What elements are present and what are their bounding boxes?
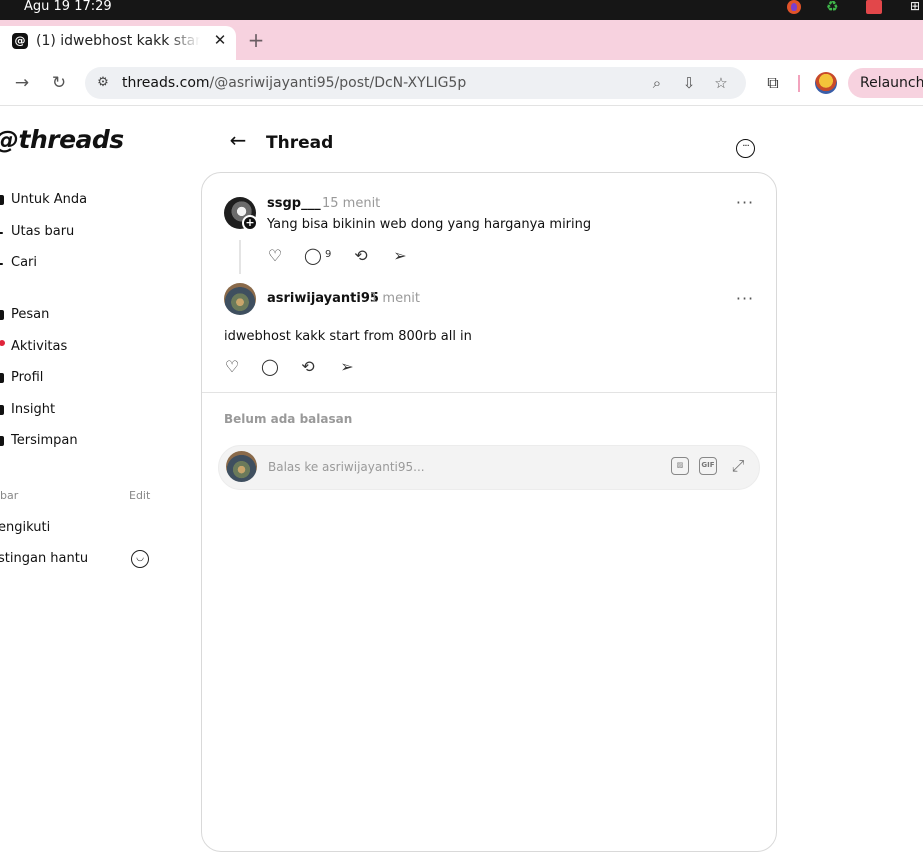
parent-more-icon[interactable]: ··· — [735, 195, 755, 212]
toolbar-separator — [798, 75, 800, 92]
no-replies-text: Belum ada balasan — [224, 412, 353, 426]
repost-icon[interactable]: ⟲ — [350, 246, 372, 266]
thread-card — [201, 172, 777, 852]
profile-avatar[interactable] — [815, 72, 837, 94]
brand-name: threads — [18, 125, 125, 154]
post-more-icon[interactable]: ··· — [735, 291, 755, 308]
extensions-puzzle-icon[interactable]: ⧉ — [762, 71, 784, 95]
anydesk-tray-icon[interactable] — [866, 0, 882, 14]
threads-logo[interactable]: @threads — [0, 124, 124, 156]
share-icon[interactable]: ➢ — [336, 357, 358, 377]
forward-icon[interactable]: → — [10, 71, 34, 95]
firefox-tray-icon[interactable] — [787, 0, 801, 14]
insight-icon — [0, 405, 4, 415]
ghost-icon[interactable]: ◡ — [131, 550, 149, 568]
browser-tab-strip: @ (1) idwebhost kakk start from 800rb al… — [0, 20, 923, 60]
parent-timestamp[interactable]: 15 menit — [322, 196, 380, 212]
more-options-circle-icon[interactable]: ··· — [736, 139, 755, 158]
tab-title: (1) idwebhost kakk start from 800rb all … — [36, 33, 200, 49]
feed-item-mengikuti[interactable]: engikuti — [0, 518, 50, 538]
relaunch-button[interactable]: Relaunch — [848, 68, 923, 98]
share-icon[interactable]: ➢ — [389, 246, 411, 266]
message-icon — [0, 310, 4, 320]
recycle-tray-icon[interactable]: ♻ — [826, 0, 840, 14]
nav-label: Aktivitas — [11, 339, 68, 354]
nav-label: Utas baru — [11, 224, 75, 239]
parent-username[interactable]: ssgp___ — [267, 196, 321, 212]
avatar-asriwijayanti95[interactable] — [224, 283, 256, 315]
bookmark-star-icon[interactable]: ☆ — [711, 73, 731, 93]
feeds-section-label: bar — [0, 489, 19, 502]
like-icon[interactable]: ♡ — [221, 357, 243, 377]
address-url[interactable]: threads.com/@asriwijayanti95/post/DcN-XY… — [122, 74, 466, 92]
post-text: idwebhost kakk start from 800rb all in — [224, 329, 472, 344]
profile-icon — [0, 373, 4, 383]
feeds-edit-link[interactable]: Edit — [129, 488, 150, 504]
install-app-icon[interactable]: ⇩ — [679, 73, 699, 93]
os-top-bar: Agu 19 17:29 ♻ ⊞ — [0, 0, 923, 20]
follow-plus-icon[interactable]: + — [242, 215, 258, 231]
new-tab-button[interactable]: + — [244, 28, 268, 52]
repost-icon[interactable]: ⟲ — [297, 357, 319, 377]
search-icon — [0, 263, 3, 265]
attach-image-icon[interactable]: ▨ — [671, 457, 689, 475]
back-arrow-icon[interactable]: ← — [226, 129, 250, 151]
post-username[interactable]: asriwijayanti95 — [267, 291, 379, 307]
close-tab-icon[interactable]: ✕ — [210, 30, 230, 50]
heart-icon — [0, 340, 5, 346]
nav-label: Untuk Anda — [11, 192, 88, 207]
comment-icon[interactable]: ◯ — [302, 246, 324, 266]
nav-label: Cari — [11, 255, 37, 270]
feed-item-postingan-hantu[interactable]: stingan hantu — [0, 549, 88, 569]
os-clock: Agu 19 17:29 — [24, 0, 112, 14]
page-title: Thread — [266, 133, 334, 153]
plus-icon — [0, 232, 3, 234]
browser-tab-active[interactable]: @ (1) idwebhost kakk start from 800rb al… — [0, 26, 236, 60]
threads-favicon-icon: @ — [12, 33, 28, 49]
nav-label: Tersimpan — [11, 433, 78, 448]
gif-icon[interactable]: GIF — [699, 457, 717, 475]
brand-mark: @ — [0, 125, 19, 154]
comment-count: 9 — [325, 249, 332, 260]
composer-avatar — [226, 451, 257, 482]
home-icon — [0, 195, 4, 205]
replies-divider — [202, 392, 776, 393]
url-host: threads.com — [122, 75, 210, 91]
nav-label: Pesan — [11, 307, 50, 322]
zoom-icon[interactable]: ⌕ — [647, 73, 667, 93]
site-settings-icon[interactable]: ⚙ — [93, 73, 113, 93]
browser-toolbar: → ↻ ⚙ threads.com/@asriwijayanti95/post/… — [0, 60, 923, 106]
expand-icon[interactable]: ⤢ — [728, 456, 748, 476]
address-bar[interactable]: ⚙ threads.com/@asriwijayanti95/post/DcN-… — [85, 67, 746, 99]
thread-connector-line — [239, 240, 241, 274]
reload-icon[interactable]: ↻ — [47, 71, 71, 95]
bookmark-icon — [0, 436, 4, 446]
url-path: /@asriwijayanti95/post/DcN-XYLIG5p — [209, 75, 467, 91]
nav-label: Insight — [11, 402, 56, 417]
nav-label: Profil — [11, 370, 44, 385]
reply-input[interactable] — [268, 456, 648, 478]
comment-icon[interactable]: ◯ — [259, 357, 281, 377]
network-tray-icon[interactable]: ⊞ — [910, 0, 923, 14]
post-timestamp[interactable]: 1 menit — [370, 291, 420, 307]
parent-post-text: Yang bisa bikinin web dong yang harganya… — [267, 217, 592, 232]
like-icon[interactable]: ♡ — [264, 246, 286, 266]
